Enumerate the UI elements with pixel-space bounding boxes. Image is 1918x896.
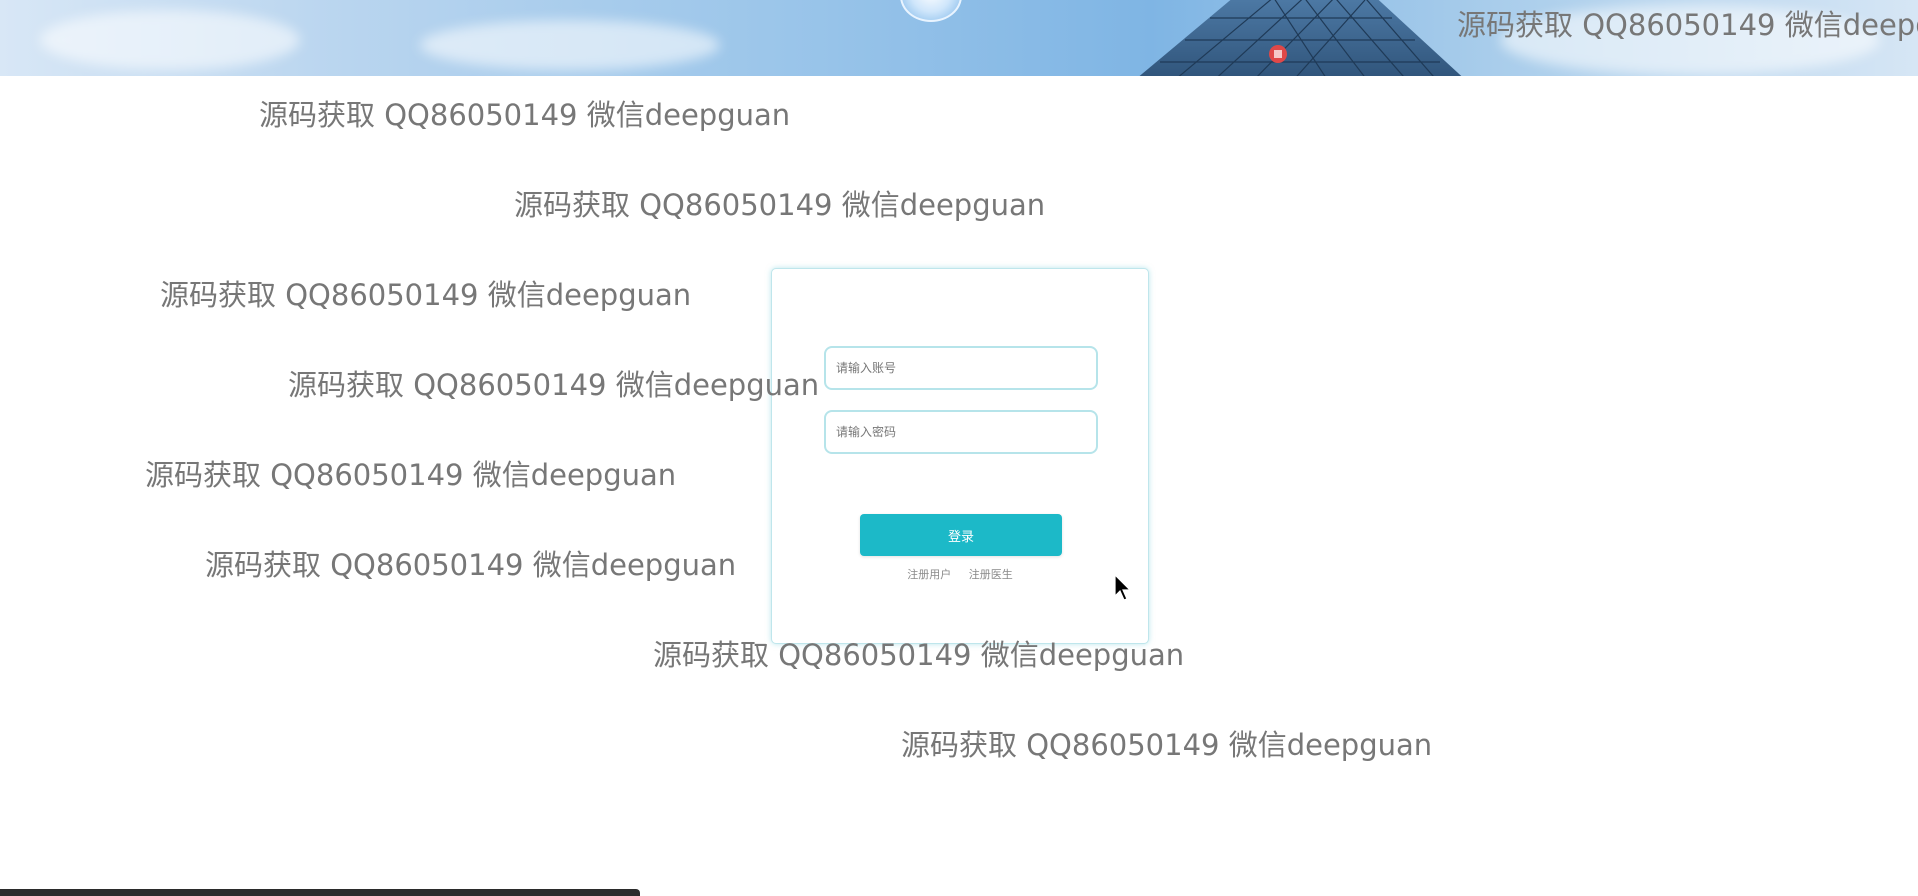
watermark-text: 源码获取 QQ86050149 微信deepguan bbox=[160, 278, 692, 312]
header-banner: 源码获取 QQ86050149 微信deepgu bbox=[0, 0, 1918, 76]
register-links: 注册用户 注册医生 bbox=[772, 566, 1148, 582]
taskbar-fragment bbox=[0, 889, 640, 896]
watermark-text: 源码获取 QQ86050149 微信deepguan bbox=[145, 458, 677, 492]
register-user-link[interactable]: 注册用户 bbox=[907, 568, 951, 581]
mouse-pointer-icon bbox=[1114, 574, 1132, 601]
banner-cloud bbox=[1500, 5, 1880, 75]
login-page: 源码获取 QQ86050149 微信deepgu 源码获取 QQ86050149… bbox=[0, 0, 1918, 896]
register-doctor-link[interactable]: 注册医生 bbox=[969, 568, 1013, 581]
banner-cloud bbox=[420, 20, 720, 70]
password-input[interactable] bbox=[824, 410, 1098, 454]
watermark-text: 源码获取 QQ86050149 微信deepguan bbox=[288, 368, 820, 402]
banner-cloud bbox=[40, 10, 300, 70]
hospital-building-graphic bbox=[1139, 0, 1462, 76]
watermark-text: 源码获取 QQ86050149 微信deepguan bbox=[514, 188, 1046, 222]
banner-sphere-graphic bbox=[900, 0, 962, 22]
login-button[interactable]: 登录 bbox=[860, 514, 1062, 556]
watermark-text: 源码获取 QQ86050149 微信deepguan bbox=[259, 98, 791, 132]
account-input[interactable] bbox=[824, 346, 1098, 390]
watermark-text: 源码获取 QQ86050149 微信deepguan bbox=[901, 728, 1433, 762]
login-card: 登录 注册用户 注册医生 bbox=[771, 268, 1149, 644]
watermark-text: 源码获取 QQ86050149 微信deepguan bbox=[205, 548, 737, 582]
